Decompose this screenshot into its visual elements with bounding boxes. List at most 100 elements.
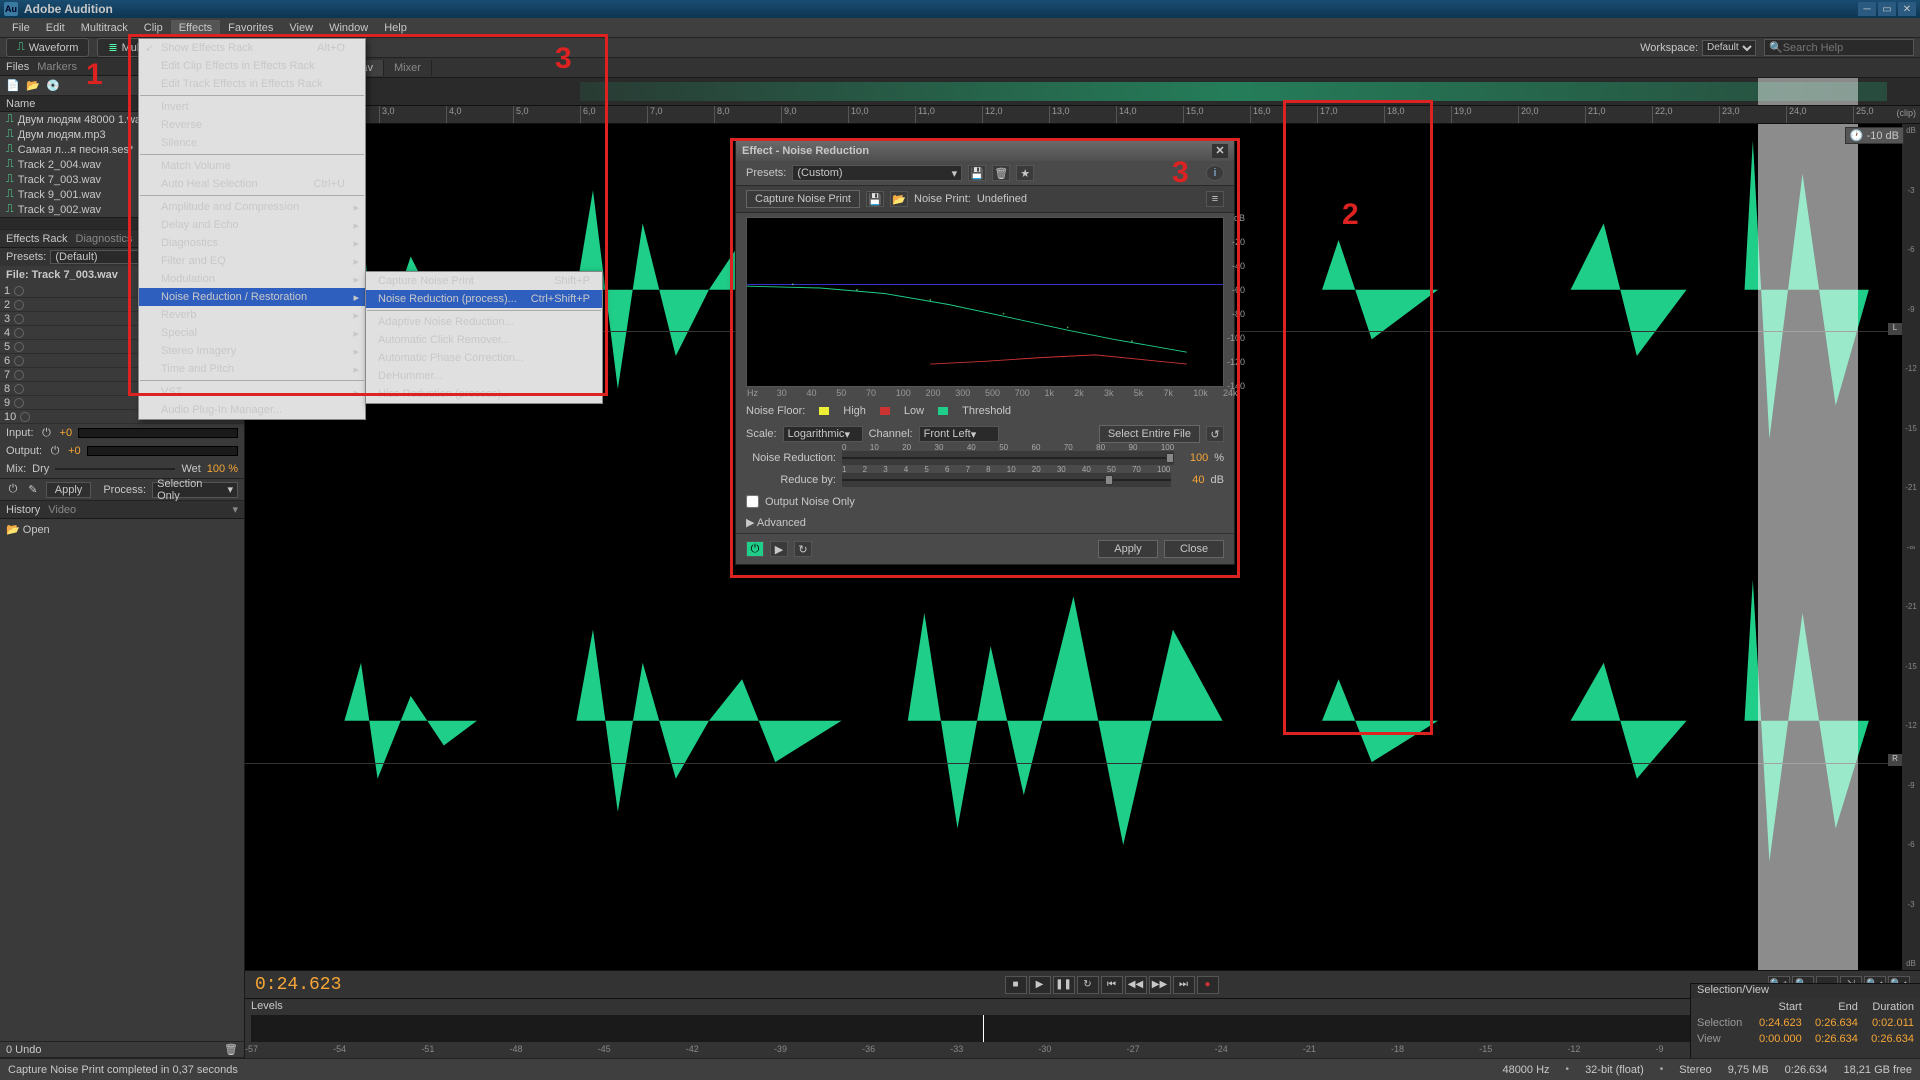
new-file-icon[interactable]: 📄 bbox=[6, 79, 20, 93]
pause-button[interactable]: ❚❚ bbox=[1053, 976, 1075, 994]
graph-menu-icon[interactable]: ≡ bbox=[1206, 191, 1224, 207]
noise-reduction-slider[interactable]: 0102030405060708090100 bbox=[842, 451, 1174, 465]
open-file-icon[interactable]: 📂 bbox=[26, 79, 40, 93]
power-icon[interactable]: ⏻ bbox=[40, 426, 54, 440]
menu-item[interactable]: VST▸ bbox=[139, 383, 365, 401]
preview-loop-icon[interactable]: ↻ bbox=[794, 541, 812, 557]
menu-effects[interactable]: Effects bbox=[171, 20, 220, 36]
menu-file[interactable]: File bbox=[4, 20, 38, 36]
submenu-item[interactable]: Hiss Reduction (process)... bbox=[366, 385, 602, 403]
undo-count: 0 Undo bbox=[6, 1044, 41, 1056]
menu-item[interactable]: Filter and EQ▸ bbox=[139, 252, 365, 270]
forward-button[interactable]: ▶▶ bbox=[1149, 976, 1171, 994]
menu-item[interactable]: Diagnostics▸ bbox=[139, 234, 365, 252]
channel-dropdown[interactable]: Front Left ▾ bbox=[919, 426, 999, 442]
workspace-label: Workspace: bbox=[1640, 42, 1698, 54]
minimize-icon[interactable]: ─ bbox=[1858, 2, 1876, 16]
menu-item[interactable]: Reverb▸ bbox=[139, 306, 365, 324]
submenu-item[interactable]: Automatic Phase Correction... bbox=[366, 349, 602, 367]
panel-menu-icon[interactable]: ▾ bbox=[232, 503, 238, 516]
select-entire-file-button[interactable]: Select Entire File bbox=[1099, 425, 1200, 443]
tab-diagnostics[interactable]: Diagnostics bbox=[76, 233, 133, 245]
dialog-close-icon[interactable]: ✕ bbox=[1212, 144, 1228, 158]
submenu-item[interactable]: Capture Noise PrintShift+P bbox=[366, 272, 602, 290]
edit-icon[interactable]: ✎ bbox=[26, 483, 40, 497]
history-item[interactable]: 📂 Open bbox=[6, 524, 50, 536]
tab-markers[interactable]: Markers bbox=[37, 61, 77, 73]
menu-multitrack[interactable]: Multitrack bbox=[73, 20, 136, 36]
load-icon[interactable]: 📂 bbox=[890, 191, 908, 207]
scale-dropdown[interactable]: Logarithmic ▾ bbox=[783, 426, 863, 442]
workspace-dropdown[interactable]: Default bbox=[1702, 40, 1756, 56]
tab-effects-rack[interactable]: Effects Rack bbox=[6, 233, 68, 245]
noise-profile-graph[interactable]: dB-20-40-60-80-100-120-140Hz304050701002… bbox=[746, 217, 1224, 387]
close-icon[interactable]: ✕ bbox=[1898, 2, 1916, 16]
menu-help[interactable]: Help bbox=[376, 20, 415, 36]
waveform-button[interactable]: ⎍Waveform bbox=[6, 38, 89, 57]
menu-item[interactable]: Match Volume bbox=[139, 157, 365, 175]
power-icon[interactable]: ⏻ bbox=[48, 444, 62, 458]
apply-button[interactable]: Apply bbox=[46, 482, 92, 498]
menu-item[interactable]: Amplitude and Compression▸ bbox=[139, 198, 365, 216]
play-button[interactable]: ▶ bbox=[1029, 976, 1051, 994]
preview-play-icon[interactable]: ▶ bbox=[770, 541, 788, 557]
menu-view[interactable]: View bbox=[281, 20, 321, 36]
save-preset-icon[interactable]: 💾 bbox=[968, 165, 986, 181]
capture-noise-print-button[interactable]: Capture Noise Print bbox=[746, 190, 860, 208]
menu-clip[interactable]: Clip bbox=[136, 20, 171, 36]
menu-item[interactable]: Stereo Imagery▸ bbox=[139, 342, 365, 360]
dialog-presets-dropdown[interactable]: (Custom)▾ bbox=[792, 165, 962, 181]
right-column: Selection/View StartEndDuration Selectio… bbox=[1690, 983, 1920, 1058]
time-ruler[interactable]: 1,02,03,04,05,06,07,08,09,010,011,012,01… bbox=[245, 106, 1920, 124]
menu-item[interactable]: Delay and Echo▸ bbox=[139, 216, 365, 234]
menu-item[interactable]: Special▸ bbox=[139, 324, 365, 342]
selection-region[interactable] bbox=[1758, 124, 1859, 970]
submenu-item[interactable]: Noise Reduction (process)...Ctrl+Shift+P bbox=[366, 290, 602, 308]
menu-item[interactable]: Reverse bbox=[139, 116, 365, 134]
menu-item[interactable]: Silence bbox=[139, 134, 365, 152]
menu-item[interactable]: Time and Pitch▸ bbox=[139, 360, 365, 378]
tab-video[interactable]: Video bbox=[48, 504, 76, 516]
rewind-button[interactable]: ◀◀ bbox=[1125, 976, 1147, 994]
menu-edit[interactable]: Edit bbox=[38, 20, 73, 36]
menu-item[interactable]: Invert bbox=[139, 98, 365, 116]
reduce-by-slider[interactable]: 12345678102030405070100 bbox=[842, 473, 1171, 487]
status-message: Capture Noise Print completed in 0,37 se… bbox=[8, 1064, 238, 1076]
delete-preset-icon[interactable]: 🗑 bbox=[992, 165, 1010, 181]
trash-icon[interactable]: 🗑 bbox=[224, 1043, 238, 1057]
menu-item[interactable]: ✓Show Effects RackAlt+O bbox=[139, 39, 365, 57]
preview-power-icon[interactable]: ⏻ bbox=[746, 541, 764, 557]
skip-back-button[interactable]: ⏮ bbox=[1101, 976, 1123, 994]
power-icon[interactable]: ⏻ bbox=[6, 483, 20, 497]
tab-history[interactable]: History bbox=[6, 504, 40, 516]
menu-window[interactable]: Window bbox=[321, 20, 376, 36]
search-input[interactable] bbox=[1783, 42, 1909, 54]
search-help[interactable]: 🔍 bbox=[1764, 39, 1914, 56]
info-icon[interactable]: i bbox=[1206, 165, 1224, 181]
maximize-icon[interactable]: ▭ bbox=[1878, 2, 1896, 16]
menu-item[interactable]: Auto Heal SelectionCtrl+U bbox=[139, 175, 365, 193]
menu-item[interactable]: Modulation▸ bbox=[139, 270, 365, 288]
reset-icon[interactable]: ↺ bbox=[1206, 426, 1224, 442]
submenu-item[interactable]: DeHummer... bbox=[366, 367, 602, 385]
skip-fwd-button[interactable]: ⏭ bbox=[1173, 976, 1195, 994]
stop-button[interactable]: ■ bbox=[1005, 976, 1027, 994]
cd-icon[interactable]: 💿 bbox=[46, 79, 60, 93]
save-icon[interactable]: 💾 bbox=[866, 191, 884, 207]
favorite-icon[interactable]: ★ bbox=[1016, 165, 1034, 181]
tab-files[interactable]: Files bbox=[6, 61, 29, 73]
process-dropdown[interactable]: Selection Only ▾ bbox=[152, 482, 238, 498]
advanced-toggle[interactable]: ▶ Advanced bbox=[746, 516, 806, 529]
loop-button[interactable]: ↻ bbox=[1077, 976, 1099, 994]
menu-item[interactable]: Noise Reduction / Restoration▸ bbox=[139, 288, 365, 306]
editor-tab-mixer[interactable]: Mixer bbox=[384, 60, 432, 76]
close-button[interactable]: Close bbox=[1164, 540, 1224, 558]
output-noise-only-checkbox[interactable] bbox=[746, 495, 759, 508]
menu-item[interactable]: Audio Plug-In Manager... bbox=[139, 401, 365, 419]
record-button[interactable]: ● bbox=[1197, 976, 1219, 994]
submenu-item[interactable]: Automatic Click Remover... bbox=[366, 331, 602, 349]
apply-button[interactable]: Apply bbox=[1098, 540, 1158, 558]
menu-favorites[interactable]: Favorites bbox=[220, 20, 281, 36]
submenu-item[interactable]: Adaptive Noise Reduction... bbox=[366, 313, 602, 331]
overview[interactable] bbox=[245, 78, 1920, 106]
